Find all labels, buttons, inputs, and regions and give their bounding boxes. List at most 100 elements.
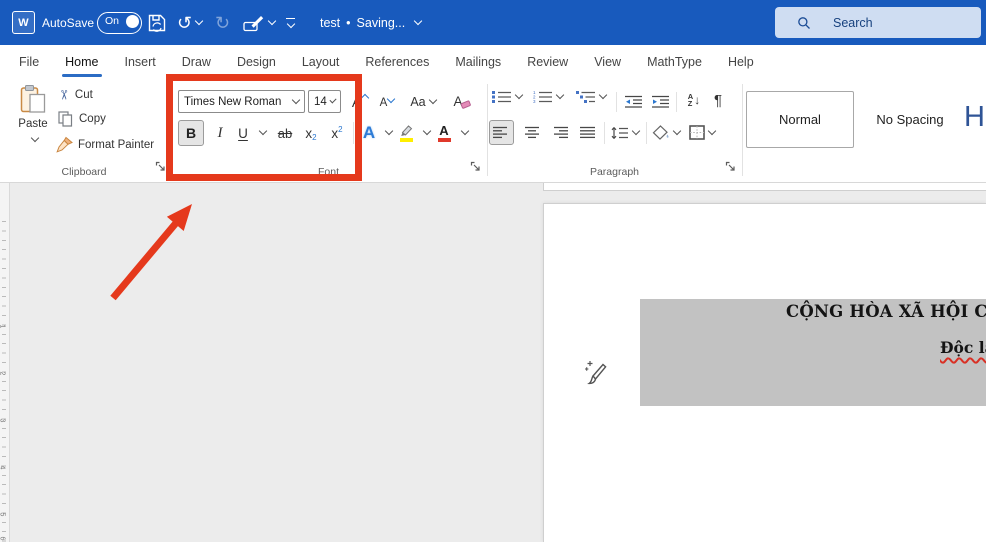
scissors-icon: ✂ xyxy=(56,89,72,101)
show-marks-button[interactable]: ¶ xyxy=(708,88,728,112)
selected-text-block[interactable]: CỘNG HÒA XÃ HỘI CH Độc lậ xyxy=(640,299,986,406)
highlight-chevron-icon[interactable] xyxy=(422,126,432,136)
autosave-state: On xyxy=(105,15,120,27)
group-divider xyxy=(742,84,743,176)
paste-clipboard-icon xyxy=(20,85,46,113)
chevron-down-icon[interactable] xyxy=(267,16,277,26)
ruler-number: 3 xyxy=(0,419,5,423)
autosave-toggle[interactable]: On xyxy=(97,0,142,45)
chevron-down-icon xyxy=(286,20,295,29)
document-heading-line: CỘNG HÒA XÃ HỘI CH xyxy=(786,302,986,321)
paragraph-dialog-launcher[interactable] xyxy=(725,161,736,172)
ruler-number: 1 xyxy=(0,325,5,329)
tab-file[interactable]: File xyxy=(6,45,52,78)
save-button[interactable] xyxy=(147,0,167,45)
multilevel-list-button[interactable] xyxy=(576,90,608,103)
borders-grid-icon xyxy=(689,125,705,140)
chevron-down-icon[interactable] xyxy=(30,133,40,143)
word-logo-icon[interactable]: W xyxy=(12,0,35,45)
button-divider xyxy=(646,122,647,144)
title-bar: W AutoSave On ↺ ↻ test • Saving... Searc… xyxy=(0,0,986,45)
pilcrow-icon: ¶ xyxy=(713,91,723,109)
decrease-indent-button[interactable] xyxy=(622,90,645,112)
title-separator: • xyxy=(346,15,351,30)
tab-home[interactable]: Home xyxy=(52,45,111,78)
font-color-letter: A xyxy=(439,123,449,138)
text-effects-letter: A xyxy=(362,123,376,142)
text-effects-chevron-icon[interactable] xyxy=(384,126,394,136)
align-left-button[interactable] xyxy=(489,120,514,145)
group-divider xyxy=(487,84,488,176)
highlight-color-bar xyxy=(399,137,413,142)
copy-button[interactable]: Copy xyxy=(58,111,106,127)
tab-references[interactable]: References xyxy=(352,45,442,78)
quick-access-menu-button[interactable] xyxy=(286,0,295,45)
tab-view[interactable]: View xyxy=(581,45,634,78)
vertical-ruler[interactable]: 1 2 3 4 5 6 xyxy=(0,183,10,542)
tab-review[interactable]: Review xyxy=(514,45,581,78)
toggle-pill: On xyxy=(97,11,142,34)
chevron-down-icon[interactable] xyxy=(707,126,717,136)
shrink-font-button[interactable]: A xyxy=(376,92,398,113)
font-dialog-launcher[interactable] xyxy=(470,161,481,172)
format-painter-button[interactable]: Format Painter xyxy=(56,136,154,153)
chevron-down-icon[interactable] xyxy=(194,16,204,26)
paint-bucket-icon xyxy=(652,125,669,140)
previous-page-edge xyxy=(543,183,986,191)
increase-indent-button[interactable] xyxy=(649,90,672,112)
clear-formatting-button[interactable]: A xyxy=(450,90,474,113)
button-divider xyxy=(676,92,677,112)
align-right-button[interactable] xyxy=(548,120,573,145)
word-logo-letter: W xyxy=(12,11,35,34)
undo-button[interactable]: ↺ xyxy=(177,0,204,45)
document-canvas: 1 2 3 4 5 6 CỘNG HÒA XÃ HỘI CH Độc lậ xyxy=(0,183,986,542)
style-no-spacing[interactable]: No Spacing xyxy=(857,91,963,148)
search-icon xyxy=(798,16,810,29)
cut-button[interactable]: ✂ Cut xyxy=(56,87,92,103)
document-subheading-line: Độc lậ xyxy=(940,338,986,357)
tab-mathtype[interactable]: MathType xyxy=(634,45,715,78)
tab-insert[interactable]: Insert xyxy=(112,45,169,78)
highlighter-pen-icon xyxy=(400,124,412,136)
multilevel-list-icon xyxy=(576,91,595,103)
font-color-chevron-icon[interactable] xyxy=(460,126,470,136)
chevron-down-icon[interactable] xyxy=(598,90,608,100)
undo-icon: ↺ xyxy=(177,12,193,33)
change-case-button[interactable]: Aa xyxy=(406,90,440,113)
chevron-down-icon[interactable] xyxy=(514,90,524,100)
ink-editor-button[interactable] xyxy=(243,0,277,45)
clipboard-dialog-launcher[interactable] xyxy=(155,161,166,172)
font-color-button[interactable]: A xyxy=(434,120,454,146)
change-case-letters: Aa xyxy=(410,94,426,109)
bullets-button[interactable] xyxy=(492,90,524,103)
word-window: W AutoSave On ↺ ↻ test • Saving... Searc… xyxy=(0,0,986,542)
search-input[interactable]: Search xyxy=(775,7,981,38)
style-normal[interactable]: Normal xyxy=(746,91,854,148)
align-center-button[interactable] xyxy=(520,120,545,145)
chevron-down-icon[interactable] xyxy=(672,126,682,136)
bullet-list-icon xyxy=(492,91,511,103)
justify-icon xyxy=(580,126,595,139)
tab-mailings[interactable]: Mailings xyxy=(442,45,514,78)
sort-button[interactable]: A Z ↓ xyxy=(681,88,707,112)
chevron-down-icon[interactable] xyxy=(555,90,565,100)
justify-button[interactable] xyxy=(576,120,601,145)
document-page[interactable]: CỘNG HÒA XÃ HỘI CH Độc lậ xyxy=(543,203,986,542)
shading-button[interactable] xyxy=(652,120,682,145)
numbered-list-icon: 123 xyxy=(533,90,552,103)
copy-pages-icon xyxy=(58,111,73,127)
tab-help[interactable]: Help xyxy=(715,45,767,78)
borders-button[interactable] xyxy=(686,120,718,145)
line-spacing-button[interactable] xyxy=(609,120,641,145)
paste-button[interactable]: Paste xyxy=(10,84,56,162)
numbering-button[interactable]: 123 xyxy=(533,90,565,103)
document-title[interactable]: test • Saving... xyxy=(320,0,423,45)
chevron-down-icon xyxy=(413,16,423,26)
toggle-knob xyxy=(126,14,139,28)
style-heading1[interactable]: H xyxy=(964,101,985,134)
highlight-color-button[interactable] xyxy=(396,120,416,146)
copilot-pen-icon[interactable] xyxy=(583,359,607,387)
sort-arrow-icon: ↓ xyxy=(694,93,701,107)
style-no-spacing-label: No Spacing xyxy=(876,112,944,127)
chevron-down-icon[interactable] xyxy=(631,126,641,136)
